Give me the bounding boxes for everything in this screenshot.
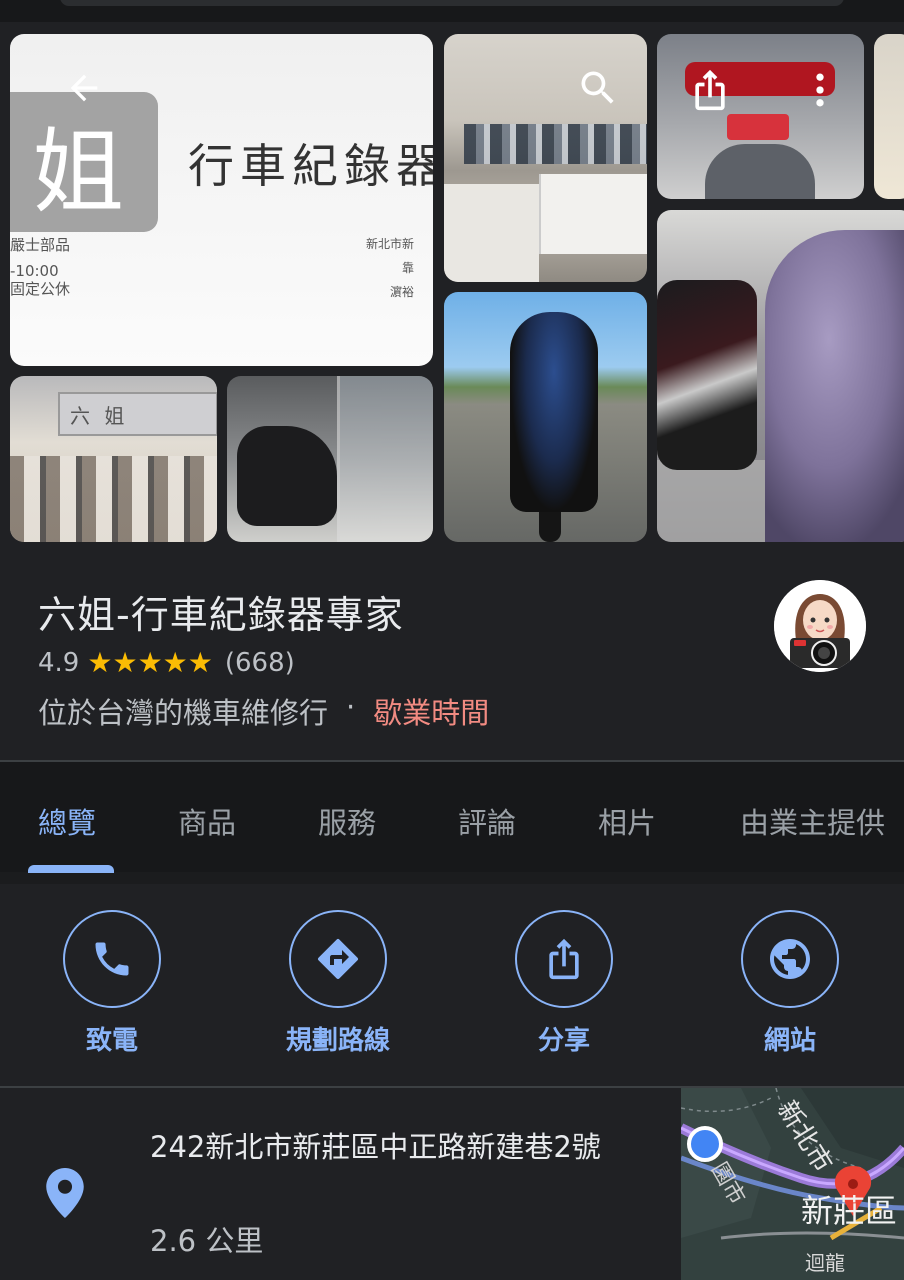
share-button[interactable]: 分享 — [464, 910, 664, 1057]
sign-right-text: 新北市新 靠 濵裕 — [366, 237, 415, 299]
photo-gallery[interactable]: 姐 行車紀錄器 嚴士部品 -10:00 固定公休 新北市新 靠 濵裕 六 姐 — [0, 22, 904, 552]
photo-blue-scooter[interactable] — [444, 292, 647, 542]
call-label: 致電 — [85, 1026, 138, 1056]
sign-logo-char: 姐 — [32, 119, 125, 226]
owner-avatar[interactable] — [774, 580, 866, 672]
review-count: (668) — [224, 647, 295, 678]
share-icon — [695, 69, 725, 111]
svg-text:迴龍: 迴龍 — [805, 1252, 845, 1275]
more-vert-icon — [816, 73, 824, 107]
photo-partial[interactable] — [874, 34, 904, 199]
tab-reviews[interactable]: 評論 — [458, 800, 516, 842]
map-thumbnail[interactable]: 新北市 新莊區 迴龍 園市 — [681, 1088, 904, 1280]
arrow-back-icon — [70, 74, 98, 102]
svg-text:新莊區: 新莊區 — [801, 1193, 897, 1229]
share-label: 分享 — [537, 1026, 590, 1056]
call-button[interactable]: 致電 — [12, 910, 212, 1057]
place-title: 六姐-行車紀錄器專家 — [38, 593, 404, 637]
sign-left-text: 嚴士部品 -10:00 固定公休 — [10, 236, 71, 298]
hours-status[interactable]: 歇業時間 — [373, 690, 489, 732]
website-button[interactable]: 網站 — [690, 910, 890, 1057]
current-location-dot — [687, 1126, 723, 1162]
sign-title: 行車紀錄器 — [188, 139, 433, 193]
website-label: 網站 — [763, 1026, 816, 1056]
tab-products[interactable]: 商品 — [178, 800, 236, 842]
top-search-bar-edge — [0, 0, 904, 22]
phone-icon — [95, 942, 129, 976]
search-pill[interactable] — [60, 0, 844, 6]
photo-black-scooter[interactable] — [227, 376, 433, 542]
globe-icon — [770, 939, 810, 979]
more-options-button[interactable] — [792, 62, 848, 118]
category-row: 位於台灣的機車維修行 · 歇業時間 — [38, 690, 489, 732]
category-label: 位於台灣的機車維修行 — [38, 696, 329, 730]
tab-photos[interactable]: 相片 — [598, 800, 656, 842]
share-icon — [549, 938, 579, 980]
rating-row[interactable]: 4.9 ★★★★★ (668) — [38, 646, 295, 679]
photo-purple-scooter[interactable] — [657, 210, 904, 542]
share-header-button[interactable] — [682, 62, 738, 118]
photo-storefront[interactable]: 六 姐 — [10, 376, 217, 542]
tab-services[interactable]: 服務 — [318, 800, 376, 842]
search-button[interactable] — [570, 60, 626, 116]
storefront-sign: 六 姐 — [58, 392, 217, 436]
star-rating: ★★★★★ — [87, 646, 213, 679]
location-pin-icon — [46, 1168, 84, 1222]
tab-overview[interactable]: 總覽 — [38, 800, 96, 842]
tab-bar-bottom — [0, 872, 904, 884]
avatar-camera-girl-icon — [774, 580, 866, 672]
directions-icon — [318, 938, 359, 979]
address-text[interactable]: 242新北市新莊區中正路新建巷2號 — [150, 1124, 650, 1170]
tab-from-owner[interactable]: 由業主提供 — [740, 800, 885, 842]
directions-label: 規劃路線 — [285, 1026, 390, 1056]
distance-text: 2.6 公里 — [150, 1224, 264, 1258]
search-icon — [581, 71, 614, 104]
separator-dot: · — [346, 690, 356, 724]
rating-value: 4.9 — [38, 647, 80, 678]
tab-bar: 總覽 商品 服務 評論 相片 由業主提供 — [0, 762, 904, 872]
back-button[interactable] — [56, 60, 112, 116]
active-tab-indicator — [28, 865, 114, 873]
directions-button[interactable]: 規劃路線 — [238, 910, 438, 1057]
